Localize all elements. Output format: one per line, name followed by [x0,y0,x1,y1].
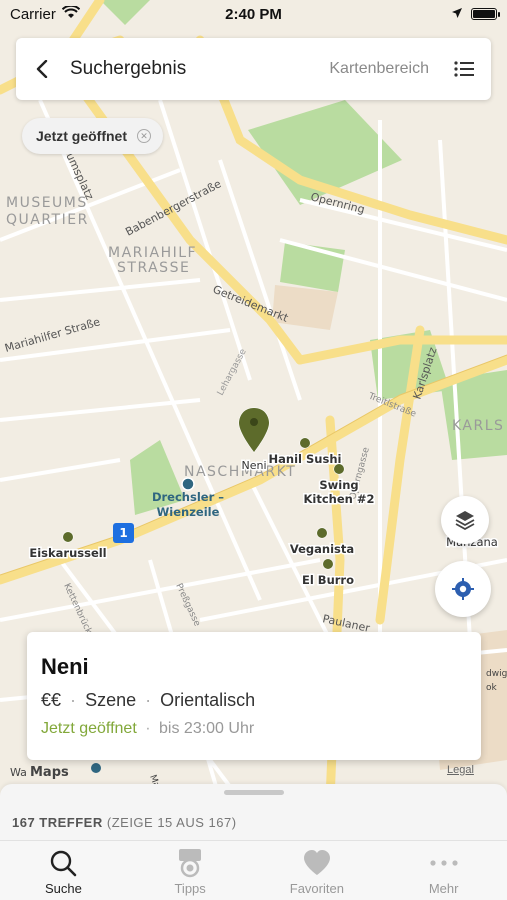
tab-favorites[interactable]: Favoriten [254,841,381,900]
svg-text:KARLS: KARLS [452,418,504,434]
search-icon [47,847,79,879]
svg-text:Hanil Sushi: Hanil Sushi [269,452,342,466]
medal-icon [174,847,206,879]
svg-text:NASCHMARKT: NASCHMARKT [184,464,296,480]
separator: · [70,690,77,710]
results-total: 167 TREFFER [12,815,103,830]
svg-text:Swing: Swing [319,478,358,492]
place-category: Szene [85,690,137,710]
results-count: 167 TREFFER (ZEIGE 15 AUS 167) [12,815,237,830]
svg-text:Neni: Neni [241,459,266,472]
results-showing: (ZEIGE 15 AUS 167) [106,815,237,830]
closing-time: bis 23:00 Uhr [159,720,255,737]
svg-text:dwig: dwig [486,669,507,679]
back-button[interactable] [32,59,52,79]
opening-status: Jetzt geöffnet · bis 23:00 Uhr [41,720,465,738]
status-bar: Carrier 2:40 PM [0,0,507,28]
svg-text:Eiskarussell: Eiskarussell [29,546,106,560]
tab-label: Tipps [174,881,206,896]
tab-bar: Suche Tipps Favoriten Mehr [0,840,507,900]
crosshair-icon [452,578,474,600]
filter-chip-open-now[interactable]: Jetzt geöffnet ✕ [22,118,163,154]
results-sheet[interactable]: 167 TREFFER (ZEIGE 15 AUS 167) [0,784,507,840]
clear-filter-icon[interactable]: ✕ [137,129,151,143]
price-level: €€ [41,690,62,710]
tab-label: Favoriten [289,881,344,896]
chevron-left-icon [36,60,48,78]
carrier-label: Carrier [10,5,56,23]
map-area-button[interactable]: Kartenbereich [329,60,429,78]
battery-icon [471,8,500,20]
map-legal-link[interactable]: Legal [447,764,474,776]
more-icon [428,847,460,879]
svg-text:El Burro: El Burro [302,573,354,587]
sheet-drag-handle[interactable] [224,790,284,795]
clock: 2:40 PM [225,5,282,23]
locate-me-button[interactable] [435,561,491,617]
svg-text:Maps: Maps [30,765,69,780]
page-title: Suchergebnis [70,58,187,79]
list-icon [454,61,474,77]
list-view-button[interactable] [451,56,477,82]
svg-text:Kitchen #2: Kitchen #2 [304,492,375,506]
open-now-label: Jetzt geöffnet [41,720,137,737]
svg-text:Veganista: Veganista [290,542,354,556]
tab-label: Suche [44,881,82,896]
separator: · [145,720,151,737]
svg-text:QUARTIER: QUARTIER [6,212,89,228]
place-name: Neni [41,654,89,679]
tab-tips[interactable]: Tipps [127,841,254,900]
search-header: Suchergebnis Kartenbereich [16,38,491,100]
transit-line-badge: 1 [113,523,134,543]
place-meta: €€ · Szene · Orientalisch [41,690,465,711]
place-cuisine: Orientalisch [160,690,256,710]
tab-more[interactable]: Mehr [380,841,507,900]
svg-text:MARIAHILF: MARIAHILF [108,245,197,261]
wifi-icon [61,4,81,23]
svg-text:Wa: Wa [10,766,27,779]
svg-text:ok: ok [486,683,498,693]
tab-search[interactable]: Suche [0,841,127,900]
selected-place-card[interactable]: Neni €€ · Szene · Orientalisch Jetzt geö… [27,632,481,760]
separator: · [145,690,152,710]
heart-icon [301,847,333,879]
svg-text:MUSEUMS: MUSEUMS [6,195,88,211]
layers-icon [455,511,475,531]
filter-chip-label: Jetzt geöffnet [36,128,127,144]
transit-label-line2: Wienzeile [157,505,220,519]
tab-label: Mehr [428,881,459,896]
svg-text:1: 1 [119,526,127,540]
svg-text:STRASSE: STRASSE [117,260,190,276]
map-layers-button[interactable] [441,496,489,544]
location-arrow-icon [451,6,463,23]
transit-label-line1: Drechsler – [152,490,224,504]
